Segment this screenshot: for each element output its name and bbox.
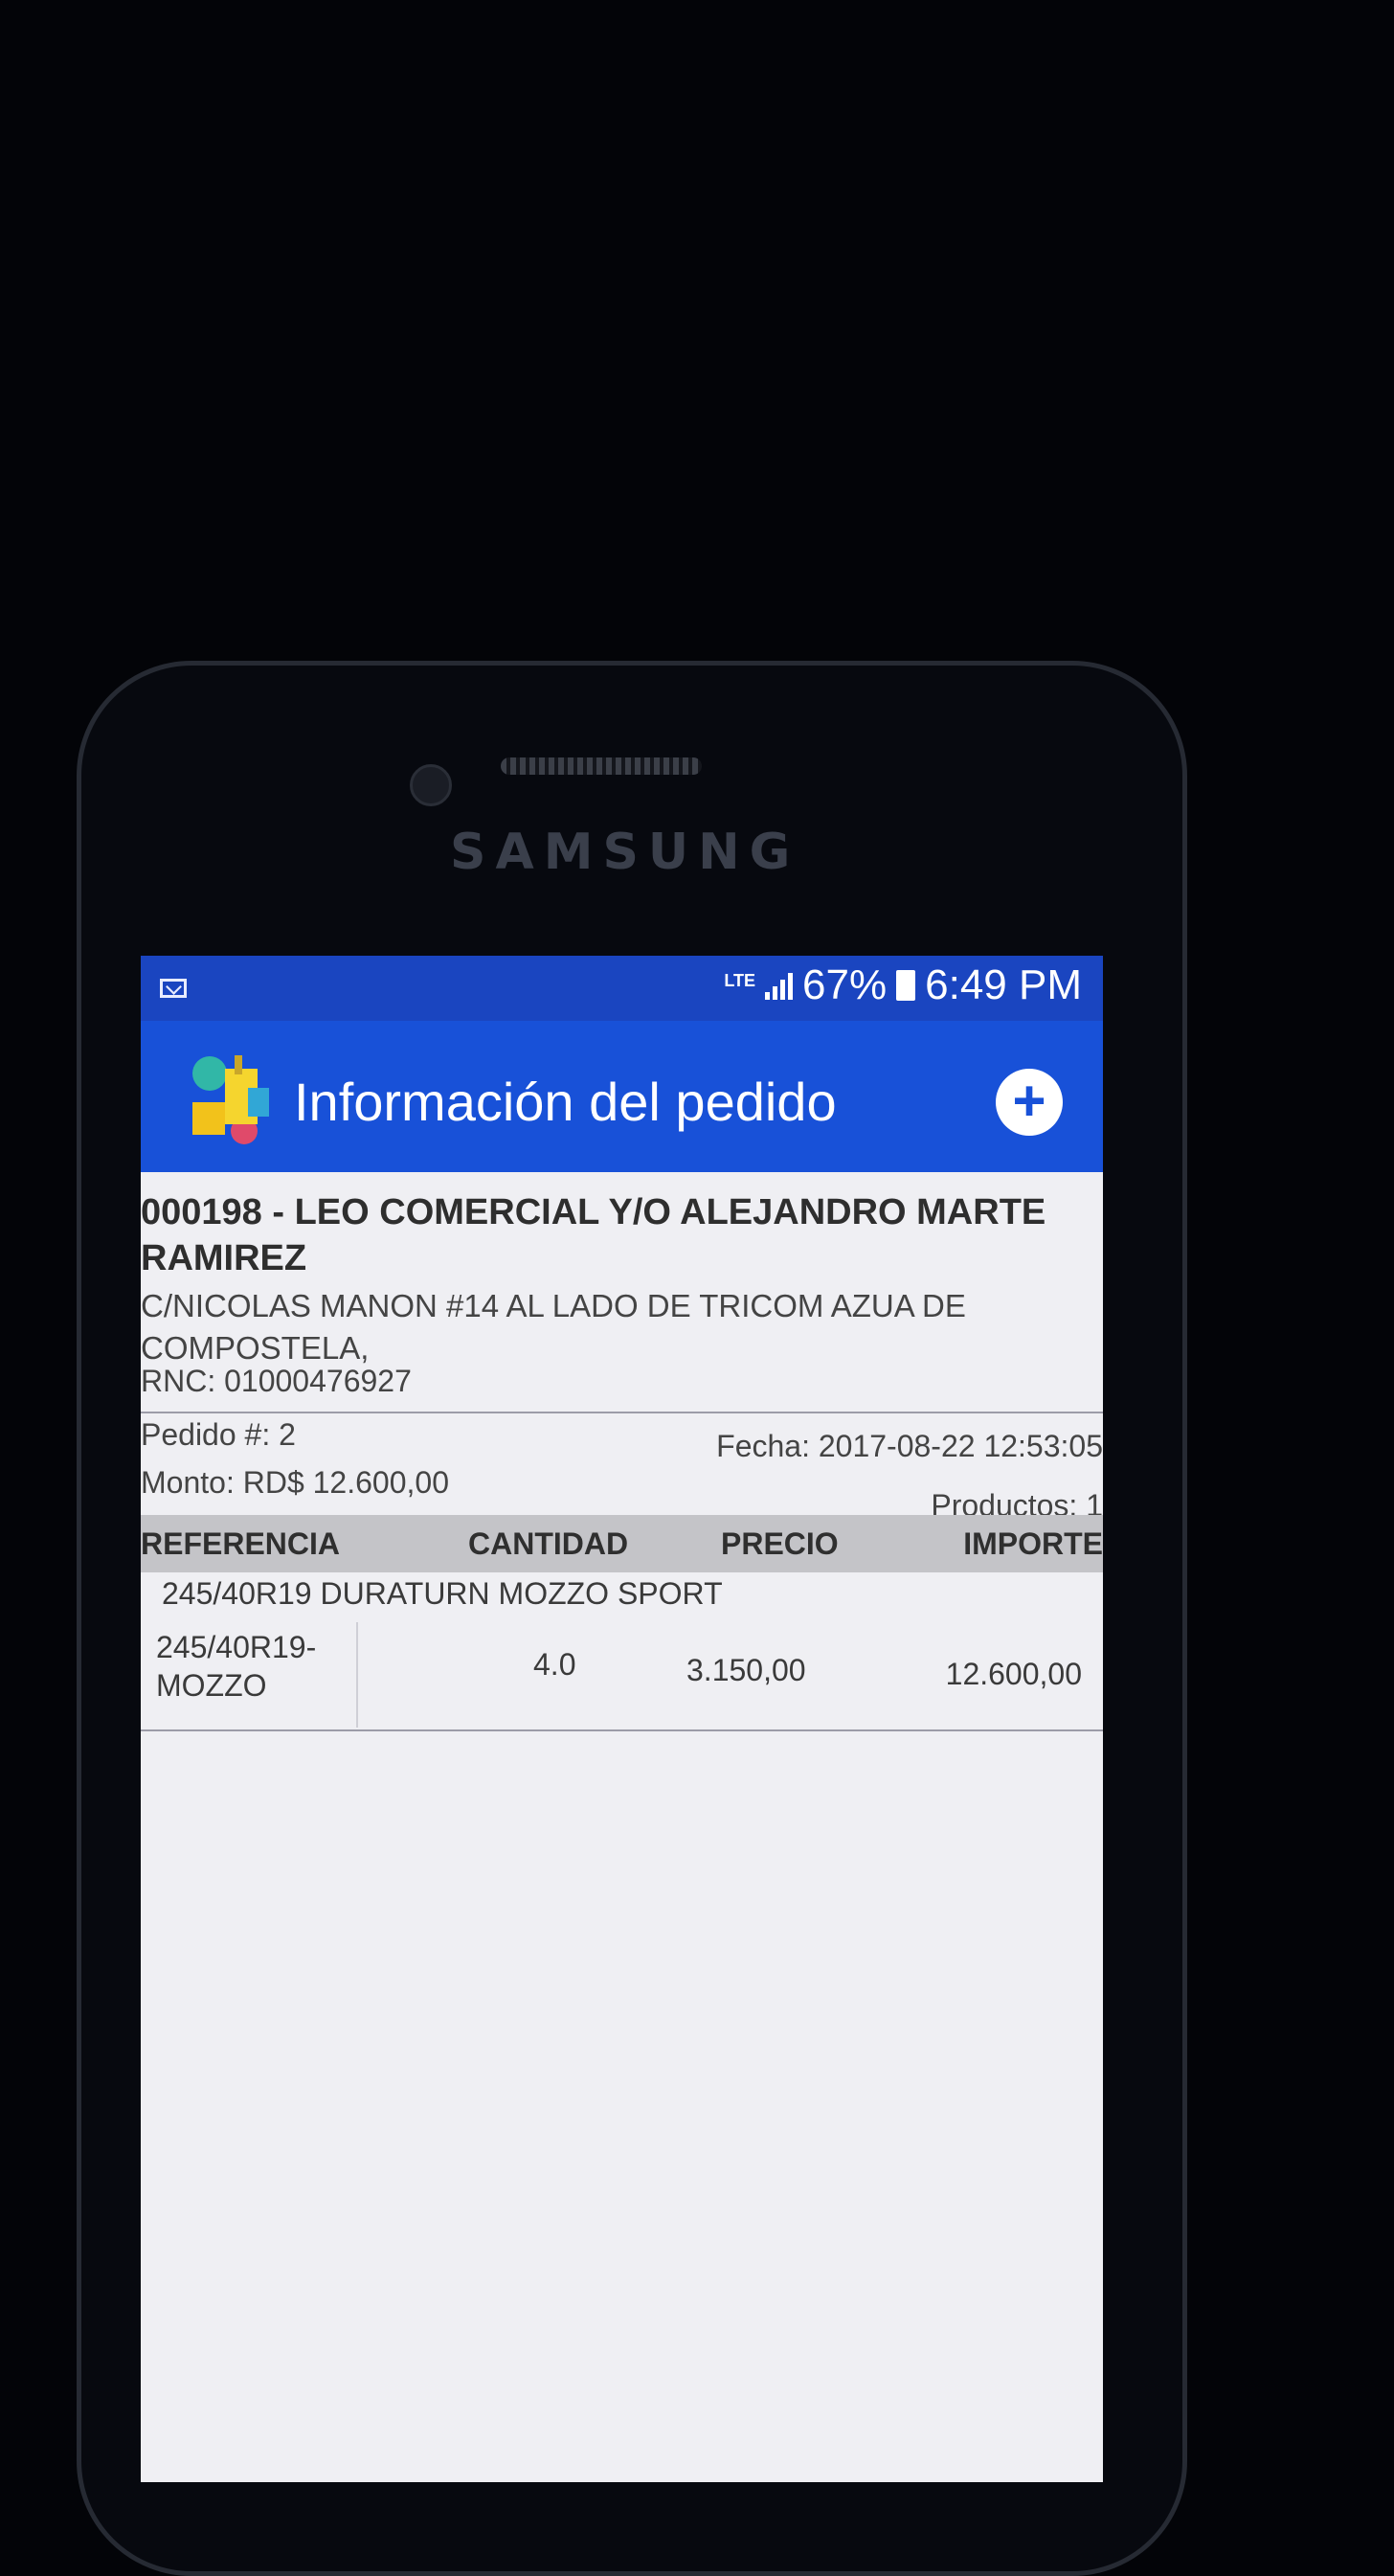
column-header-importe: IMPORTE — [963, 1526, 1103, 1561]
battery-icon — [896, 970, 916, 1001]
column-header-precio: PRECIO — [721, 1526, 839, 1561]
battery-level: 67% — [802, 961, 888, 1008]
table-row[interactable]: 245/40R19-MOZZO 4.0 3.150,00 12.600,00 — [141, 1622, 1103, 1718]
status-indicators: LTE 67% 6:49 PM — [724, 961, 1082, 1009]
cell-quantity: 4.0 — [533, 1647, 576, 1682]
clock: 6:49 PM — [925, 961, 1082, 1008]
signal-icon — [765, 971, 794, 1000]
network-type: LTE — [724, 971, 756, 990]
client-name: 000198 - LEO COMERCIAL Y/O ALEJANDRO MAR… — [141, 1192, 1046, 1278]
cell-price: 3.150,00 — [686, 1653, 806, 1687]
app-bar: Información del pedido + — [141, 1021, 1103, 1172]
phone-screen: LTE 67% 6:49 PM Información del pedido +… — [141, 956, 1103, 2482]
status-bar: LTE 67% 6:49 PM — [141, 956, 1103, 1021]
column-header-referencia: REFERENCIA — [141, 1526, 341, 1561]
order-date: Fecha: 2017-08-22 12:53:05 — [716, 1429, 1103, 1463]
plus-icon[interactable]: + — [996, 1069, 1063, 1136]
front-camera — [410, 764, 452, 806]
column-header-cantidad: CANTIDAD — [468, 1526, 629, 1561]
table-header: REFERENCIA CANTIDAD PRECIO IMPORTE — [141, 1515, 1103, 1572]
divider — [141, 1412, 1103, 1413]
order-number: Pedido #: 2 — [141, 1417, 296, 1452]
product-description: 245/40R19 DURATURN MOZZO SPORT — [162, 1576, 723, 1611]
client-rnc: RNC: 01000476927 — [141, 1364, 412, 1398]
order-total: Monto: RD$ 12.600,00 — [141, 1465, 449, 1500]
app-logo-icon — [192, 1055, 269, 1144]
cell-reference: 245/40R19-MOZZO — [156, 1630, 317, 1703]
client-address: C/NICOLAS MANON #14 AL LADO DE TRICOM AZ… — [141, 1288, 966, 1366]
mail-icon — [160, 979, 187, 998]
earpiece-speaker — [501, 757, 702, 775]
device-brand: SAMSUNG — [450, 824, 800, 881]
cell-amount: 12.600,00 — [945, 1657, 1082, 1691]
column-divider — [356, 1622, 358, 1728]
page-title: Información del pedido — [294, 1072, 837, 1132]
divider — [141, 1729, 1103, 1731]
